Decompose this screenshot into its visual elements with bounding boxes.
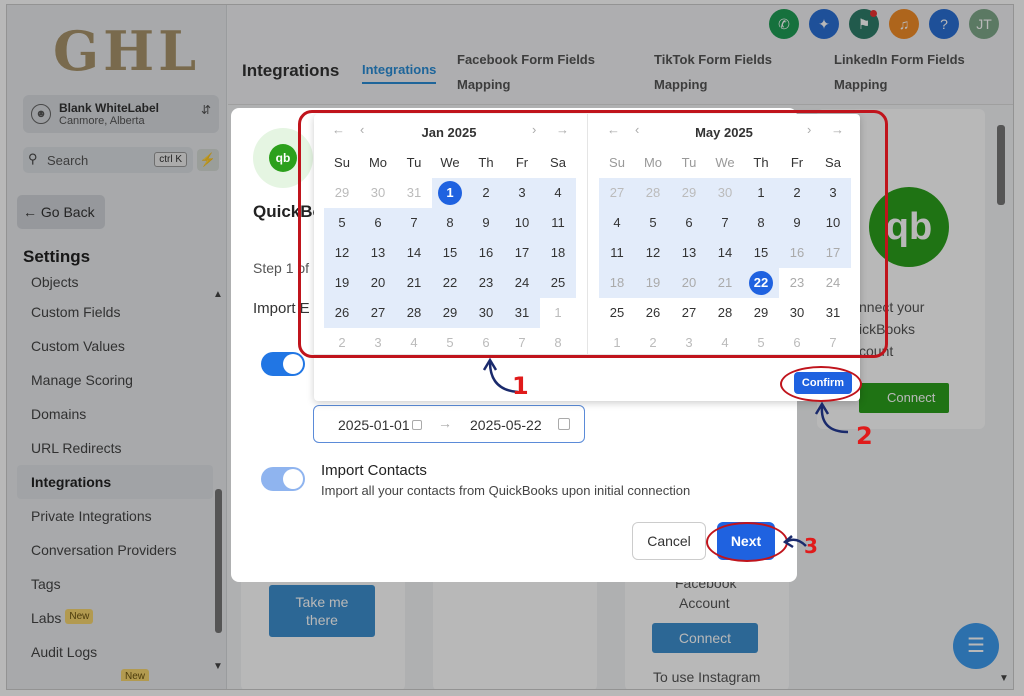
date-range-input[interactable]: 2025-01-01 → 2025-05-22 — [313, 405, 585, 443]
cancel-button[interactable]: Cancel — [632, 522, 706, 560]
annotation-arrow — [482, 357, 519, 394]
annotation-oval — [706, 522, 788, 562]
annotation-number: 2 — [856, 422, 873, 450]
calendar-icon — [412, 420, 422, 430]
annotation-arrow — [814, 401, 849, 434]
quickbooks-icon: qb — [269, 144, 297, 172]
toggle-knob — [283, 469, 303, 489]
annotation-oval — [780, 366, 862, 402]
annotation-number: 1 — [512, 372, 529, 400]
arrow-right-icon: → — [438, 415, 452, 431]
import-contacts-title: Import Contacts — [321, 462, 427, 479]
import-toggle[interactable] — [261, 352, 305, 376]
import-contacts-description: Import all your contacts from QuickBooks… — [321, 483, 691, 498]
start-date[interactable]: 2025-01-01 — [338, 417, 410, 433]
toggle-knob — [283, 354, 303, 374]
annotation-number: 3 — [804, 534, 818, 558]
import-contacts-toggle[interactable] — [261, 467, 305, 491]
calendar-icon — [558, 418, 570, 430]
annotation-box — [298, 110, 888, 358]
end-date[interactable]: 2025-05-22 — [470, 417, 542, 433]
